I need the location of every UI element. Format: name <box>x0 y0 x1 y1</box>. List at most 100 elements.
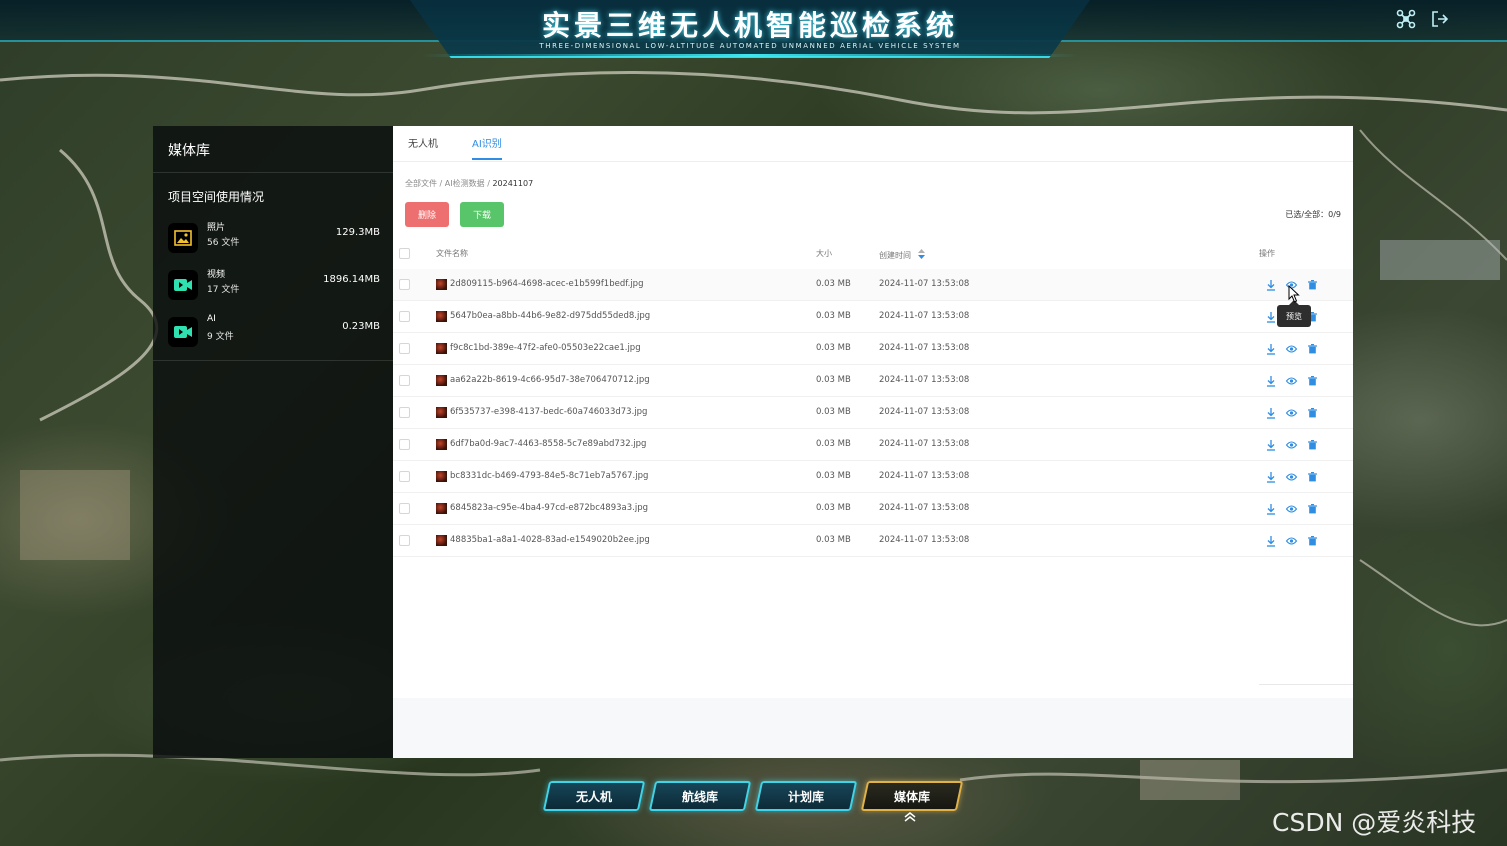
download-icon[interactable] <box>1265 438 1277 452</box>
sidebar-divider <box>153 360 393 361</box>
nav-media-library[interactable]: 媒体库 <box>860 781 964 811</box>
preview-eye-icon[interactable] <box>1285 534 1297 548</box>
row-actions <box>1265 470 1319 484</box>
usage-item-photo: 照片 56 文件 129.3MB <box>168 219 380 255</box>
file-name[interactable]: f9c8c1bd-389e-47f2-afe0-05503e22cae1.jpg <box>450 343 641 353</box>
sort-icon[interactable] <box>917 249 925 259</box>
row-checkbox[interactable] <box>399 343 410 354</box>
nav-label: 计划库 <box>787 789 824 804</box>
breadcrumb-root[interactable]: 全部文件 <box>405 179 437 188</box>
table-row[interactable]: 6df7ba0d-9ac7-4463-8558-5c7e89abd732.jpg… <box>393 429 1353 461</box>
table-row[interactable]: 5647b0ea-a8bb-44b6-9e82-d975dd55ded8.jpg… <box>393 301 1353 333</box>
file-thumbnail <box>436 311 447 322</box>
file-name[interactable]: 6df7ba0d-9ac7-4463-8558-5c7e89abd732.jpg <box>450 439 646 449</box>
media-sidebar: 媒体库 项目空间使用情况 照片 56 文件 129.3MB 视频 17 文件 1… <box>153 126 393 758</box>
row-checkbox[interactable] <box>399 535 410 546</box>
delete-trash-icon[interactable] <box>1306 502 1318 516</box>
file-name[interactable]: bc8331dc-b469-4793-84e5-8c71eb7a5767.jpg <box>450 471 648 481</box>
tab-drone[interactable]: 无人机 <box>408 135 438 158</box>
column-ops: 操作 <box>1259 249 1275 258</box>
table-row[interactable]: 6f535737-e398-4137-bedc-60a746033d73.jpg… <box>393 397 1353 429</box>
delete-trash-icon[interactable] <box>1306 278 1318 292</box>
row-checkbox[interactable] <box>399 375 410 386</box>
file-name[interactable]: 2d809115-b964-4698-acec-e1b599f1bedf.jpg <box>450 279 643 289</box>
app-subtitle: THREE-DIMENSIONAL LOW-ALTITUDE AUTOMATED… <box>539 42 961 50</box>
selection-count: 已选/全部：0/9 <box>1285 209 1341 220</box>
delete-trash-icon[interactable] <box>1306 470 1318 484</box>
table-row[interactable]: f9c8c1bd-389e-47f2-afe0-05503e22cae1.jpg… <box>393 333 1353 365</box>
logout-icon[interactable] <box>1429 8 1451 30</box>
download-icon[interactable] <box>1265 374 1277 388</box>
row-actions <box>1265 438 1319 452</box>
usage-name: 视频 <box>207 270 226 280</box>
usage-count: 9 文件 <box>207 332 234 342</box>
media-tabs: 无人机 AI识别 <box>393 126 1353 162</box>
preview-eye-icon[interactable] <box>1285 502 1297 516</box>
table-row[interactable]: aa62a22b-8619-4c66-95d7-38e706470712.jpg… <box>393 365 1353 397</box>
delete-trash-icon[interactable] <box>1306 374 1318 388</box>
watermark: CSDN @爱炎科技 <box>1272 808 1477 837</box>
preview-eye-icon[interactable] <box>1285 374 1297 388</box>
download-icon[interactable] <box>1265 470 1277 484</box>
download-icon[interactable] <box>1265 278 1277 292</box>
file-name[interactable]: aa62a22b-8619-4c66-95d7-38e706470712.jpg <box>450 375 650 385</box>
delete-trash-icon[interactable] <box>1306 342 1318 356</box>
row-checkbox[interactable] <box>399 279 410 290</box>
usage-count: 17 文件 <box>207 285 240 295</box>
file-time: 2024-11-07 13:53:08 <box>879 535 970 545</box>
delete-trash-icon[interactable] <box>1306 406 1318 420</box>
file-thumbnail <box>436 439 447 450</box>
nav-label: 媒体库 <box>893 789 930 804</box>
nav-plan-library[interactable]: 计划库 <box>754 781 858 811</box>
download-button[interactable]: 下载 <box>460 202 504 227</box>
usage-count: 56 文件 <box>207 238 240 248</box>
table-row[interactable]: bc8331dc-b469-4793-84e5-8c71eb7a5767.jpg… <box>393 461 1353 493</box>
download-icon[interactable] <box>1265 502 1277 516</box>
download-icon[interactable] <box>1265 406 1277 420</box>
row-checkbox[interactable] <box>399 311 410 322</box>
file-size: 0.03 MB <box>816 343 851 353</box>
preview-eye-icon[interactable] <box>1285 438 1297 452</box>
nav-drone[interactable]: 无人机 <box>542 781 646 811</box>
select-all-checkbox[interactable] <box>399 248 410 259</box>
usage-size: 0.23MB <box>342 321 380 332</box>
row-actions <box>1265 374 1319 388</box>
file-size: 0.03 MB <box>816 375 851 385</box>
file-time: 2024-11-07 13:53:08 <box>879 407 970 417</box>
row-checkbox[interactable] <box>399 503 410 514</box>
column-time[interactable]: 创建时间 <box>879 248 925 261</box>
table-row[interactable]: 6845823a-c95e-4ba4-97cd-e872bc4893a3.jpg… <box>393 493 1353 525</box>
file-size: 0.03 MB <box>816 439 851 449</box>
delete-trash-icon[interactable] <box>1306 438 1318 452</box>
tab-ai-recognition[interactable]: AI识别 <box>472 135 502 160</box>
file-size: 0.03 MB <box>816 311 851 321</box>
table-row[interactable]: 2d809115-b964-4698-acec-e1b599f1bedf.jpg… <box>393 269 1353 301</box>
file-time: 2024-11-07 13:53:08 <box>879 471 970 481</box>
usage-size: 129.3MB <box>335 227 380 238</box>
column-time-label: 创建时间 <box>879 251 911 260</box>
drone-icon[interactable] <box>1395 8 1417 30</box>
preview-eye-icon[interactable] <box>1285 470 1297 484</box>
delete-trash-icon[interactable] <box>1306 534 1318 548</box>
download-icon[interactable] <box>1265 342 1277 356</box>
breadcrumb-mid[interactable]: AI检测数据 <box>445 179 485 188</box>
row-checkbox[interactable] <box>399 471 410 482</box>
download-icon[interactable] <box>1265 310 1277 324</box>
file-size: 0.03 MB <box>816 471 851 481</box>
file-name[interactable]: 5647b0ea-a8bb-44b6-9e82-d975dd55ded8.jpg <box>450 311 650 321</box>
file-name[interactable]: 48835ba1-a8a1-4028-83ad-e1549020b2ee.jpg <box>450 535 650 545</box>
row-checkbox[interactable] <box>399 439 410 450</box>
nav-route-library[interactable]: 航线库 <box>648 781 752 811</box>
file-name[interactable]: 6845823a-c95e-4ba4-97cd-e872bc4893a3.jpg <box>450 503 648 513</box>
preview-eye-icon[interactable] <box>1285 406 1297 420</box>
delete-button[interactable]: 删除 <box>405 202 449 227</box>
file-thumbnail <box>436 503 447 514</box>
preview-eye-icon[interactable] <box>1285 342 1297 356</box>
row-checkbox[interactable] <box>399 407 410 418</box>
selection-label: 已选/全部： <box>1285 210 1329 219</box>
file-name[interactable]: 6f535737-e398-4137-bedc-60a746033d73.jpg <box>450 407 647 417</box>
sidebar-divider <box>153 172 393 173</box>
download-icon[interactable] <box>1265 534 1277 548</box>
table-row[interactable]: 48835ba1-a8a1-4028-83ad-e1549020b2ee.jpg… <box>393 525 1353 557</box>
row-actions <box>1265 406 1319 420</box>
